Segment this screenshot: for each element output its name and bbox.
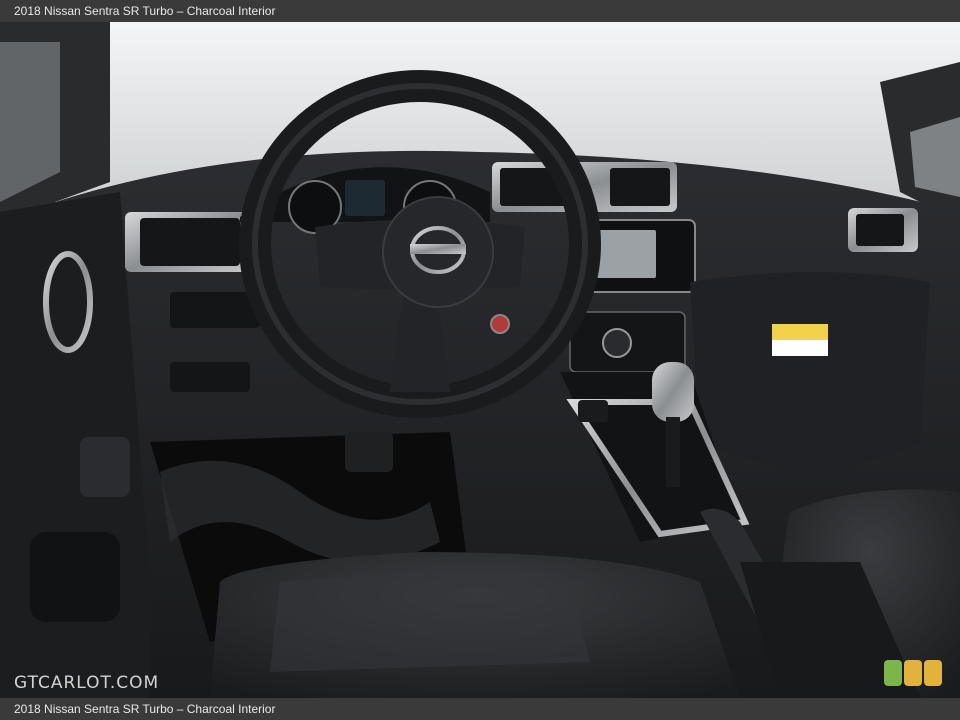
site-watermark: GTCARLOT.COM — [14, 673, 160, 693]
center-vent-right — [610, 168, 670, 206]
console-switch — [578, 400, 608, 422]
right-air-vent — [856, 214, 904, 246]
mirror-controls — [170, 292, 260, 328]
top-caption-bar: 2018 Nissan Sentra SR Turbo – Charcoal I… — [0, 0, 960, 22]
bottom-caption: 2018 Nissan Sentra SR Turbo – Charcoal I… — [14, 702, 276, 716]
gear-shifter-knob — [652, 362, 694, 422]
rating-badge — [884, 660, 942, 686]
interior-photo — [0, 22, 960, 698]
rating-badge-yellow — [904, 660, 922, 686]
rating-badge-yellow-2 — [924, 660, 942, 686]
gear-shifter-boot — [666, 417, 680, 487]
info-display — [345, 180, 385, 216]
door-pocket — [30, 532, 120, 622]
lower-switches — [170, 362, 250, 392]
window-switches — [80, 437, 130, 497]
bottom-caption-bar: 2018 Nissan Sentra SR Turbo – Charcoal I… — [0, 698, 960, 720]
window-sticker-tag-lower — [772, 340, 828, 356]
interior-photo-drawing — [0, 22, 960, 698]
top-caption: 2018 Nissan Sentra SR Turbo – Charcoal I… — [14, 4, 276, 18]
driver-seat-insert — [270, 574, 590, 672]
rating-badge-green — [884, 660, 902, 686]
left-air-vent — [140, 218, 240, 266]
climate-knob — [602, 328, 632, 358]
pedal — [345, 432, 393, 472]
glovebox — [690, 272, 930, 467]
start-button — [490, 314, 510, 334]
